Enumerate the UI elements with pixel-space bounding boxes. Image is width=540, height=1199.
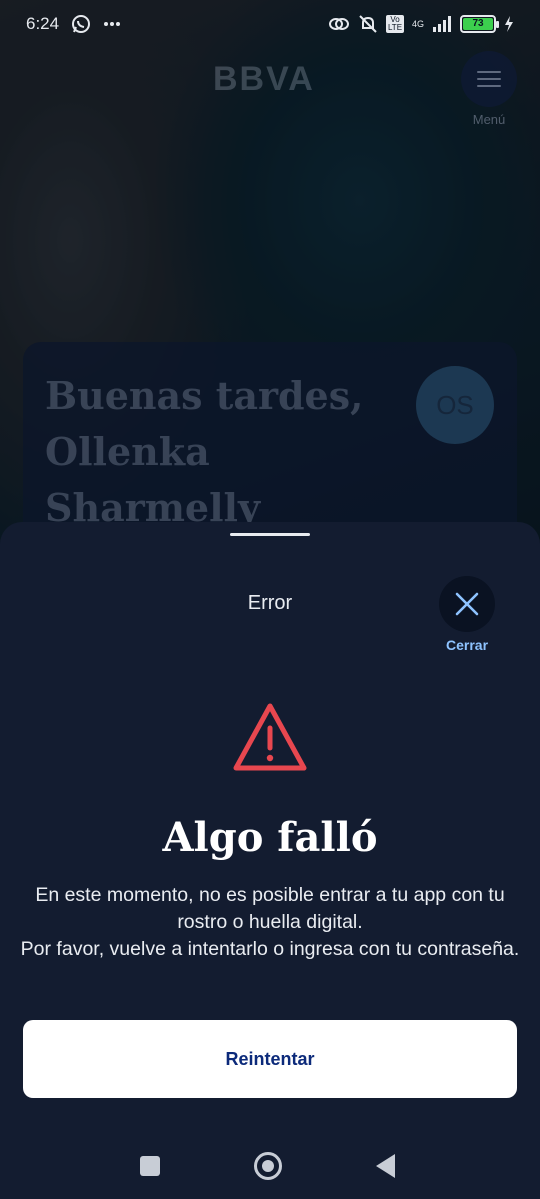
greeting-card: Buenas tardes, Ollenka Sharmelly OS xyxy=(23,342,517,542)
greeting-line-1: Buenas tardes, xyxy=(45,373,364,418)
close-label[interactable]: Cerrar xyxy=(436,637,498,653)
error-message: En este momento, no es posible entrar a … xyxy=(20,882,520,963)
status-time: 6:24 xyxy=(26,14,60,33)
network-type: 4G xyxy=(411,19,424,29)
retry-button[interactable]: Reintentar xyxy=(23,1020,517,1098)
sheet-drag-handle[interactable] xyxy=(230,533,310,536)
close-button[interactable] xyxy=(439,576,495,632)
menu-label: Menú xyxy=(472,112,506,127)
back-icon[interactable] xyxy=(376,1154,395,1178)
greeting-text: Buenas tardes, Ollenka Sharmelly xyxy=(45,368,375,536)
bbva-logo: BBVA xyxy=(213,60,315,98)
volte-icon: Vo LTE xyxy=(385,15,404,33)
whatsapp-icon xyxy=(71,14,91,34)
home-icon[interactable] xyxy=(254,1152,282,1180)
error-message-line-2: Por favor, vuelve a intentarlo o ingresa… xyxy=(20,938,520,960)
greeting-line-2: Ollenka xyxy=(45,429,210,474)
link-icon xyxy=(328,16,350,32)
charging-icon xyxy=(504,16,514,32)
close-icon xyxy=(455,592,479,616)
status-bar: 6:24 Vo LTE 4G 73 xyxy=(0,0,540,48)
error-bottom-sheet: Error Cerrar Algo falló En este momento,… xyxy=(0,522,540,1199)
avatar[interactable]: OS xyxy=(416,366,494,444)
warning-icon xyxy=(233,703,307,771)
battery-level: 73 xyxy=(463,18,493,30)
error-heading: Algo falló xyxy=(162,814,378,861)
mute-icon xyxy=(358,14,378,34)
system-nav-bar xyxy=(0,1130,540,1199)
hamburger-icon xyxy=(477,66,501,92)
menu-button[interactable] xyxy=(461,51,517,107)
error-message-line-1: En este momento, no es posible entrar a … xyxy=(35,884,505,933)
recents-icon[interactable] xyxy=(140,1156,160,1176)
signal-icon xyxy=(432,16,452,32)
battery-icon: 73 xyxy=(460,15,499,33)
more-dots-icon xyxy=(103,21,121,27)
